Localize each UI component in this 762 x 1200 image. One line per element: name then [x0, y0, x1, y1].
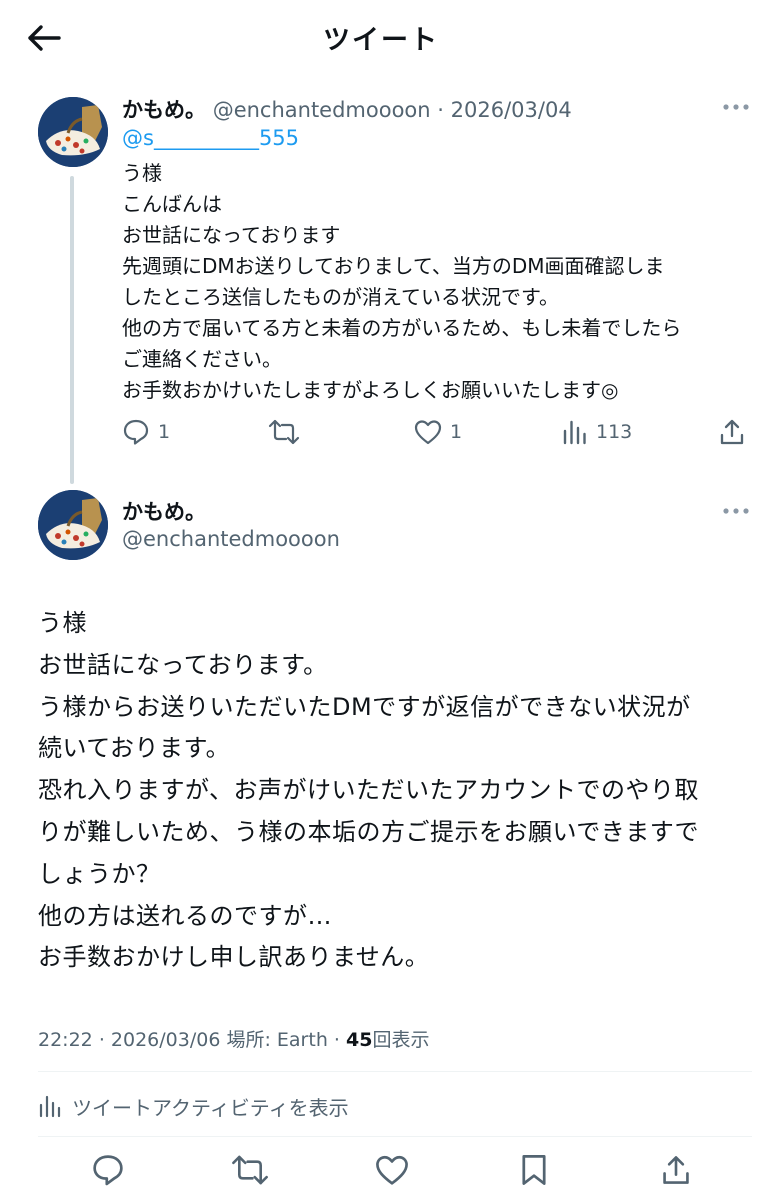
tweet-line: ご連絡ください。 [122, 347, 282, 371]
tweet-location[interactable]: 場所: Earth [226, 1029, 327, 1051]
share-button[interactable] [651, 1145, 701, 1195]
handle[interactable]: @enchantedmoooon [122, 527, 340, 551]
tweet-header: かもめ。 @enchantedmoooon · 2026/03/04 [122, 94, 572, 124]
display-name[interactable]: かもめ。 [122, 496, 206, 526]
tweet-line: 先週頭にDMお送りしておりまして、当方のDM画面確認しま [122, 254, 665, 278]
reply-button[interactable] [83, 1145, 133, 1195]
thread-connector [70, 176, 74, 484]
tweet-line: お世話になっております [122, 223, 341, 247]
tweet-action-bar: 1 1 113 [118, 412, 758, 452]
retweet-button[interactable] [225, 1145, 275, 1195]
separator: · [333, 1029, 340, 1051]
share-icon [720, 419, 744, 445]
tweet-text: う様 お世話になっております。 う様からお送りいただいたDMですが返信ができない… [38, 603, 748, 979]
mention-link[interactable]: @s__________555 [122, 126, 299, 150]
tweet-line: 恐れ入りますが、お声がけいただいたアカウントでのやり取 [38, 776, 700, 805]
reply-button[interactable]: 1 [122, 412, 170, 452]
share-button[interactable] [718, 412, 746, 452]
tweet-line: お世話になっております。 [38, 650, 328, 679]
views-count: 113 [596, 421, 633, 443]
tweet-line: 他の方は送れるのですが… [38, 901, 332, 930]
tweet-time[interactable]: 22:22 [38, 1029, 93, 1051]
separator: · [437, 98, 444, 122]
bar-chart-icon [39, 1095, 61, 1118]
avatar-image [38, 490, 108, 560]
reply-icon [123, 419, 149, 445]
heart-icon [376, 1155, 408, 1185]
tweet-line: したところ送信したものが消えている状況です。 [122, 285, 559, 309]
tweet-date[interactable]: 2026/03/06 [111, 1029, 221, 1051]
divider [38, 1071, 752, 1072]
tweet-line: 他の方で届いてる方と未着の方がいるため、もし未着でしたら [122, 316, 682, 340]
tweet-line: う様からお送りいただいたDMですが返信ができない状況が [38, 692, 691, 721]
page-title: ツイート [323, 25, 439, 56]
avatar[interactable] [38, 97, 108, 167]
separator: · [98, 1029, 105, 1051]
display-name[interactable]: かもめ。 [122, 98, 206, 122]
tweet-line: お手数おかけいたしますがよろしくお願いいたします◎ [122, 378, 619, 402]
more-dots-icon [723, 104, 749, 110]
bookmark-button[interactable] [509, 1145, 559, 1195]
tweet-line: お手数おかけし申し訳ありません。 [38, 943, 430, 972]
heart-icon [414, 420, 442, 445]
more-options-button[interactable] [716, 92, 756, 122]
tweet-detail-action-bar [0, 1145, 762, 1195]
handle[interactable]: @enchantedmoooon [213, 98, 431, 122]
tweet-line: う様 [122, 161, 162, 185]
tweet-line: う様 [38, 609, 87, 637]
tweet-date[interactable]: 2026/03/04 [451, 98, 572, 122]
bookmark-icon [522, 1155, 546, 1185]
reply-count: 1 [158, 421, 171, 443]
tweet-meta: 22:22 · 2026/03/06 場所: Earth · 45回表示 [38, 1025, 429, 1052]
tweet-line: しょうか？ [38, 859, 161, 888]
activity-label: ツイートアクティビティを表示 [72, 1095, 349, 1120]
like-count: 1 [450, 421, 463, 443]
top-bar: ツイート [0, 0, 762, 72]
tweet-line: 続いております。 [38, 734, 231, 763]
bar-chart-icon [563, 420, 586, 445]
retweet-icon [268, 419, 300, 445]
tweet-line: こんばんは [122, 192, 222, 216]
more-options-button[interactable] [716, 496, 756, 526]
divider [38, 1136, 752, 1137]
more-dots-icon [723, 508, 749, 514]
tweet-line: りが難しいため、う様の本垢の方ご提示をお願いできますで [38, 817, 700, 846]
tweet-text: う様 こんばんは お世話になっております 先週頭にDMお送りしておりまして、当方… [122, 158, 752, 406]
avatar[interactable] [38, 490, 108, 560]
share-icon [663, 1156, 689, 1184]
tweet-activity-link[interactable]: ツイートアクティビティを表示 [38, 1088, 349, 1124]
views-label: 回表示 [372, 1029, 430, 1051]
avatar-image [38, 97, 108, 167]
like-button[interactable]: 1 [414, 412, 462, 452]
like-button[interactable] [367, 1145, 417, 1195]
views-count: 45 [346, 1029, 373, 1051]
retweet-button[interactable] [268, 412, 300, 452]
reply-icon [93, 1155, 123, 1186]
retweet-icon [232, 1155, 268, 1185]
views-button[interactable]: 113 [562, 412, 632, 452]
